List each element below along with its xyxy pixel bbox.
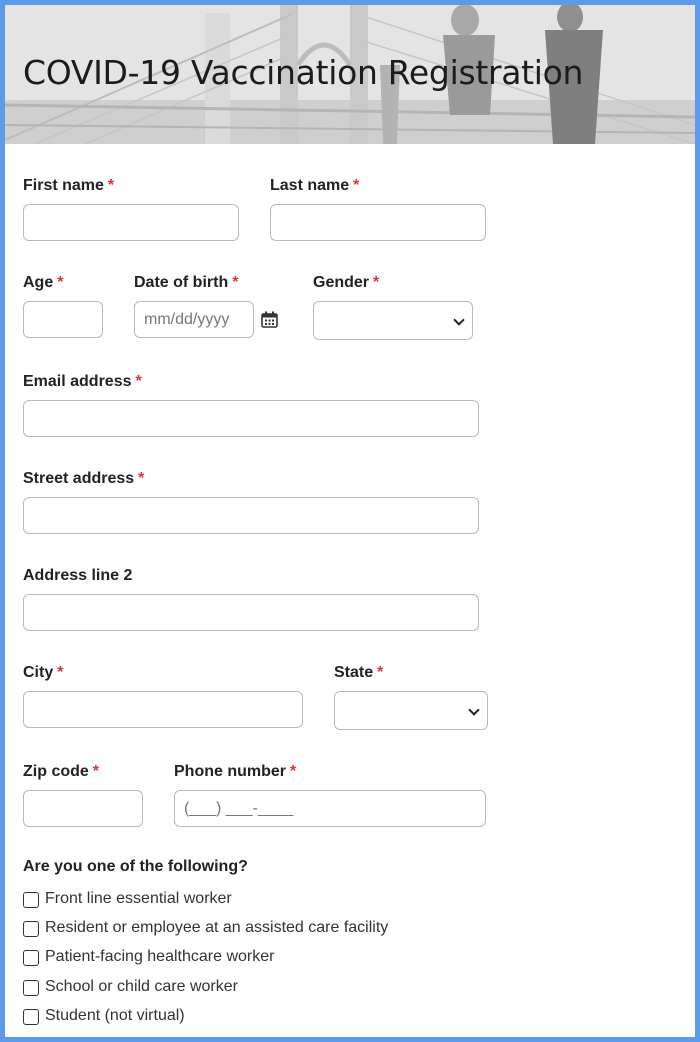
required-marker: * [107, 177, 115, 194]
dob-input[interactable] [134, 301, 254, 338]
street-address-label: Street address * [23, 470, 145, 487]
option-student[interactable]: Student (not virtual) [23, 1007, 503, 1029]
option-healthcare-worker[interactable]: Patient-facing healthcare worker [23, 948, 503, 970]
required-marker: * [353, 177, 360, 194]
option-front-line-worker[interactable]: Front line essential worker [23, 890, 503, 912]
address-line-2-label: Address line 2 [23, 567, 133, 584]
checkbox[interactable] [23, 1009, 39, 1025]
zip-code-input[interactable] [23, 790, 143, 827]
city-label: City * [23, 664, 64, 681]
checkbox[interactable] [23, 892, 39, 908]
gender-label: Gender * [313, 274, 380, 291]
checkbox[interactable] [23, 921, 39, 937]
gender-select[interactable] [313, 301, 473, 340]
option-label: Resident or employee at an assisted care… [45, 919, 389, 936]
required-marker: * [92, 763, 100, 780]
phone-number-input[interactable] [174, 790, 486, 827]
option-school-child-care[interactable]: School or child care worker [23, 978, 503, 1000]
option-assisted-care[interactable]: Resident or employee at an assisted care… [23, 919, 503, 941]
required-marker: * [138, 470, 145, 487]
checkbox[interactable] [23, 950, 39, 966]
last-name-label: Last name * [270, 177, 360, 194]
page-title: COVID-19 Vaccination Registration [23, 53, 584, 92]
state-select[interactable] [334, 691, 488, 730]
address-line-2-input[interactable] [23, 594, 479, 631]
required-marker: * [373, 274, 380, 291]
city-input[interactable] [23, 691, 303, 728]
email-input[interactable] [23, 400, 479, 437]
calendar-icon[interactable] [261, 311, 278, 328]
street-address-input[interactable] [23, 497, 479, 534]
required-marker: * [57, 664, 64, 681]
required-marker: * [377, 664, 384, 681]
email-label: Email address * [23, 373, 142, 390]
option-label: School or child care worker [45, 978, 238, 995]
dob-label: Date of birth * [134, 274, 239, 291]
eligibility-question: Are you one of the following? [23, 858, 248, 875]
option-label: Patient-facing healthcare worker [45, 948, 275, 965]
required-marker: * [232, 274, 239, 291]
first-name-label: First name * [23, 177, 115, 194]
form-container: COVID-19 Vaccination Registration First … [5, 5, 695, 1037]
required-marker: * [135, 373, 142, 390]
chevron-down-icon [453, 314, 465, 326]
state-label: State * [334, 664, 384, 681]
option-label: Student (not virtual) [45, 1007, 185, 1024]
age-label: Age * [23, 274, 64, 291]
age-input[interactable] [23, 301, 103, 338]
phone-number-label: Phone number * [174, 763, 297, 780]
last-name-input[interactable] [270, 204, 486, 241]
header-banner: COVID-19 Vaccination Registration [5, 5, 695, 144]
required-marker: * [290, 763, 297, 780]
zip-code-label: Zip code * [23, 763, 100, 780]
first-name-input[interactable] [23, 204, 239, 241]
chevron-down-icon [468, 704, 480, 716]
checkbox[interactable] [23, 980, 39, 996]
option-label: Front line essential worker [45, 890, 232, 907]
required-marker: * [57, 274, 64, 291]
